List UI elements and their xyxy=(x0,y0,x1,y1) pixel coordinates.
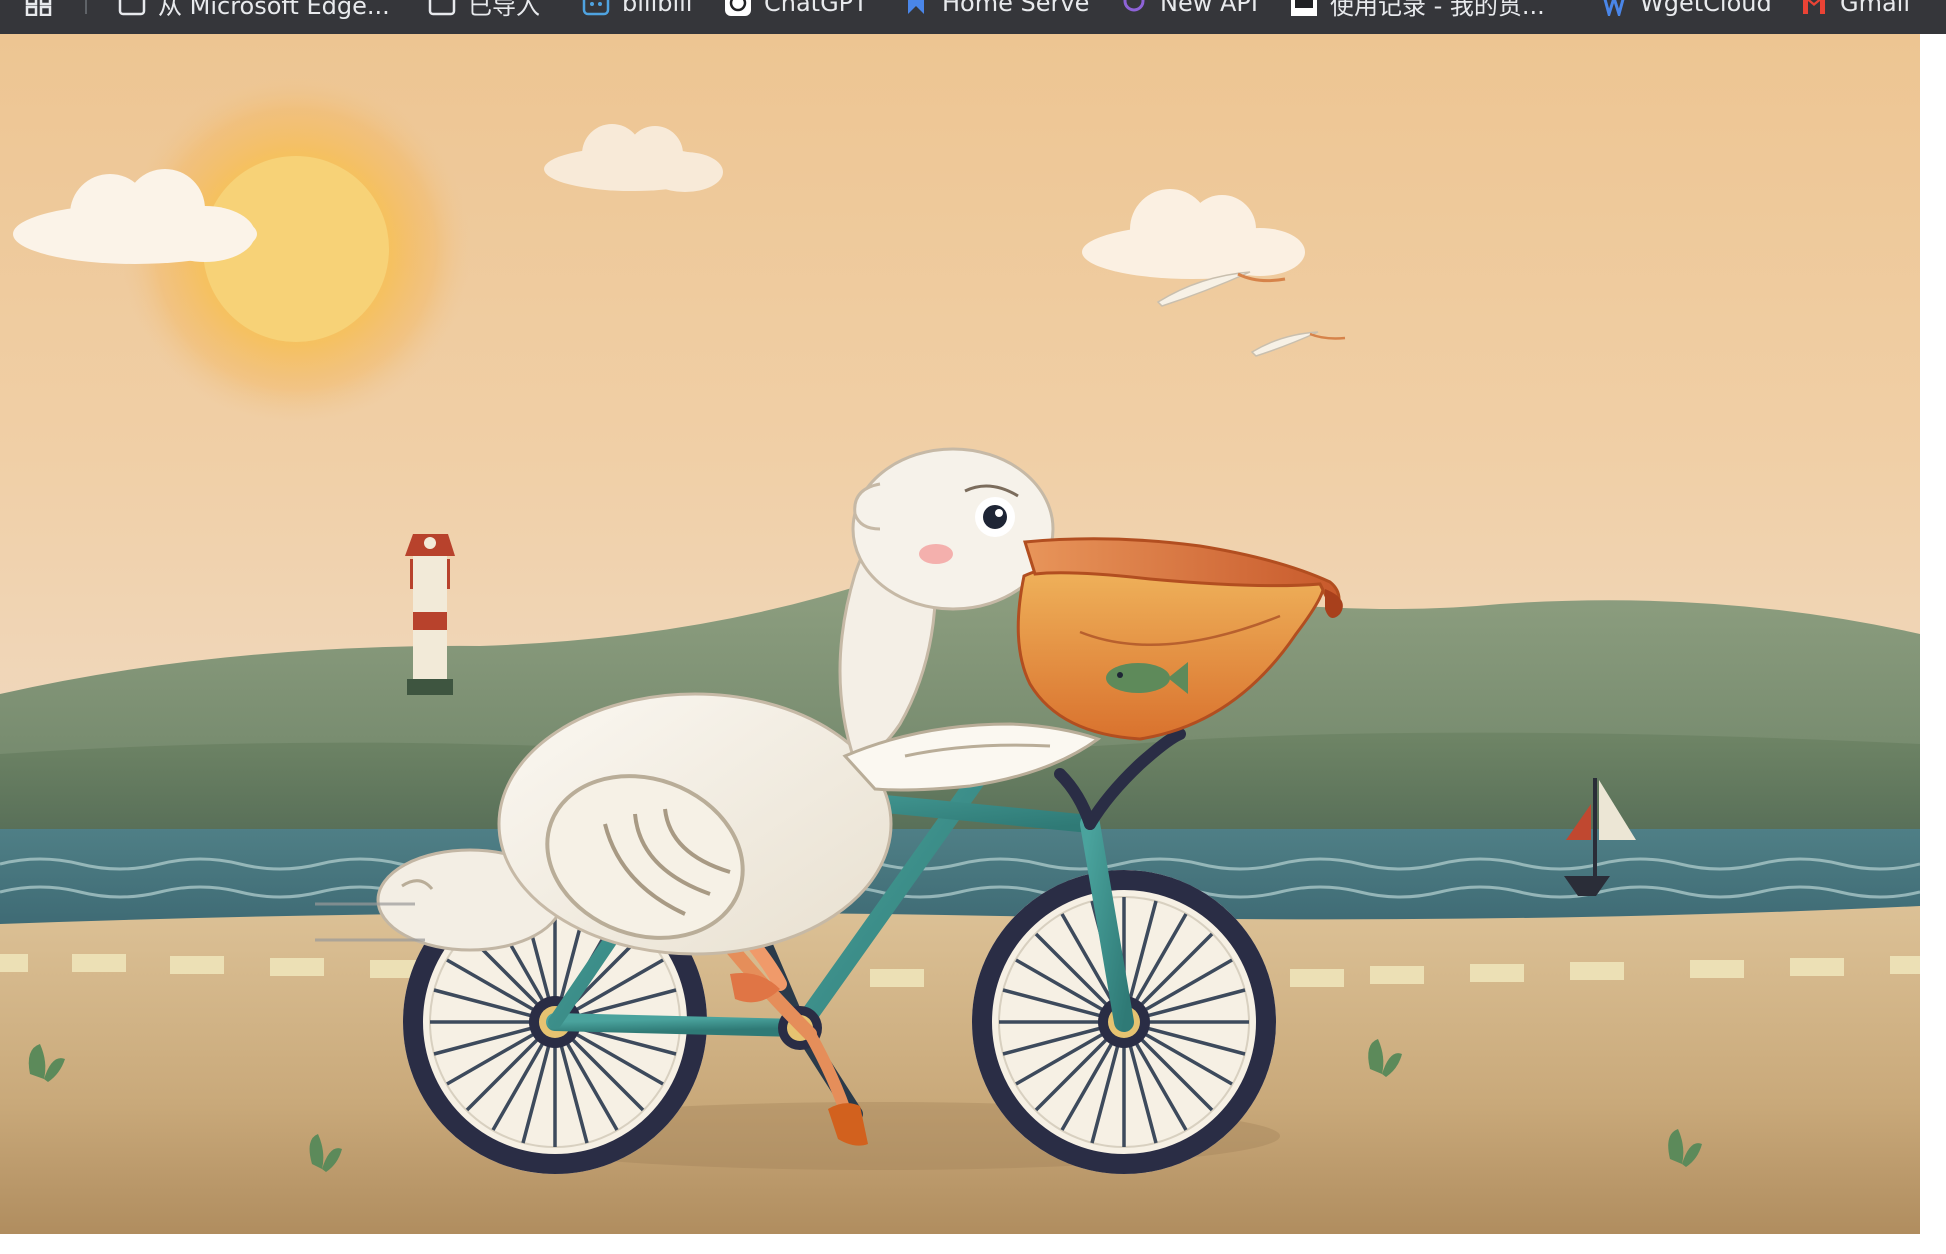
bookmark-label: New API xyxy=(1160,0,1258,17)
bookmark-bilibili[interactable]: bilibili xyxy=(582,0,693,17)
bookmark-label: bilibili xyxy=(622,0,693,17)
bookmark-flag-icon xyxy=(908,0,924,14)
gmail-icon xyxy=(1803,0,1825,14)
bookmark-gmail[interactable]: Gmail xyxy=(1800,0,1911,17)
pelican-cheek xyxy=(919,544,953,564)
bookmark-label: 已导入 xyxy=(468,0,540,20)
folder-icon xyxy=(118,0,146,16)
bookmark-label: ChatGPT xyxy=(764,0,868,17)
bookmark-usage-records[interactable]: 使用记录 - 我的贯... xyxy=(1290,0,1545,20)
bookmark-new-api[interactable]: New API xyxy=(1120,0,1258,17)
bookmark-label: 使用记录 - 我的贯... xyxy=(1330,0,1545,20)
sea xyxy=(0,829,1920,929)
bilibili-icon xyxy=(582,0,610,16)
new-api-icon xyxy=(1123,0,1145,12)
site-favicon-icon xyxy=(1291,0,1317,16)
pelican-bicycle-illustration xyxy=(0,34,1920,1234)
bookmark-label: WgetCloud xyxy=(1640,0,1772,17)
beach-road xyxy=(0,906,1920,1234)
folder-icon xyxy=(428,0,456,16)
bookmark-label: 从 Microsoft Edge... xyxy=(158,0,390,20)
bookmark-label: Home Serve xyxy=(942,0,1090,17)
window-bottom-edge xyxy=(0,1234,1946,1254)
window-edge xyxy=(1920,34,1946,1254)
bookmark-home-serve[interactable]: Home Serve xyxy=(902,0,1090,17)
bookmark-wgetcloud[interactable]: WgetCloud xyxy=(1600,0,1772,17)
wgetcloud-icon xyxy=(1603,0,1625,16)
bookmark-chatgpt[interactable]: ChatGPT xyxy=(724,0,868,17)
bookmark-imported-folder[interactable]: 已导入 xyxy=(428,0,540,20)
bookmark-microsoft-edge-folder[interactable]: 从 Microsoft Edge... xyxy=(118,0,390,20)
bookmark-label: Gmail xyxy=(1840,0,1911,17)
bookmarks-bar: 从 Microsoft Edge... 已导入 bilibili ChatGPT… xyxy=(0,0,1946,34)
apps-grid-icon[interactable] xyxy=(25,0,53,16)
bookmarks-divider xyxy=(85,0,87,14)
illustration-canvas xyxy=(0,34,1920,1234)
openai-icon xyxy=(725,0,751,16)
